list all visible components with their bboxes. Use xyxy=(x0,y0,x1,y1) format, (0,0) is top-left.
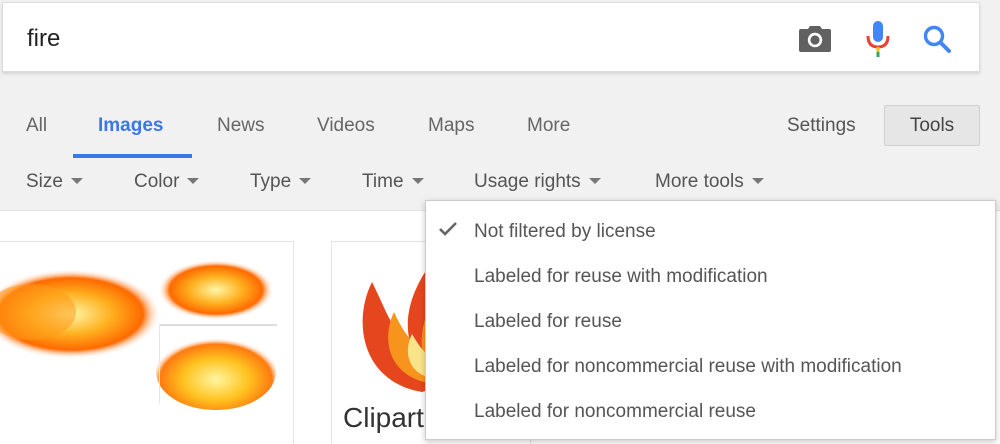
tools-button[interactable]: Tools xyxy=(884,105,980,146)
usage-rights-dropdown[interactable]: Usage rights xyxy=(474,164,601,200)
search-icon[interactable] xyxy=(917,19,957,59)
menu-item-noncommercial-with-modification[interactable]: Labeled for noncommercial reuse with mod… xyxy=(474,345,902,389)
checkmark-icon xyxy=(438,221,458,242)
tools-row: Size Color Type Time Usage rights More t… xyxy=(0,164,1000,204)
camera-icon[interactable] xyxy=(795,19,835,59)
menu-item-reuse[interactable]: Labeled for reuse xyxy=(474,300,622,344)
caret-down-icon xyxy=(588,177,601,184)
more-tools-label: More tools xyxy=(655,171,744,192)
size-dropdown[interactable]: Size xyxy=(26,164,83,200)
time-label: Time xyxy=(362,171,404,192)
search-input[interactable] xyxy=(27,21,767,57)
tab-videos[interactable]: Videos xyxy=(317,96,375,162)
caret-down-icon xyxy=(411,177,424,184)
tab-news[interactable]: News xyxy=(217,96,265,162)
image-result[interactable] xyxy=(0,241,294,444)
tab-images[interactable]: Images xyxy=(98,96,163,162)
result-caption: Clipart xyxy=(343,402,424,433)
microphone-icon[interactable] xyxy=(858,19,898,59)
fire-image xyxy=(0,260,277,410)
type-label: Type xyxy=(250,171,292,192)
caret-down-icon xyxy=(187,177,200,184)
tab-more[interactable]: More xyxy=(527,96,570,162)
time-dropdown[interactable]: Time xyxy=(362,164,424,200)
color-label: Color xyxy=(134,171,180,192)
caret-down-icon xyxy=(299,177,312,184)
menu-item-noncommercial[interactable]: Labeled for noncommercial reuse xyxy=(474,390,756,434)
caret-down-icon xyxy=(70,177,83,184)
tab-maps[interactable]: Maps xyxy=(428,96,474,162)
usage-rights-label: Usage rights xyxy=(474,171,581,192)
more-tools-dropdown[interactable]: More tools xyxy=(655,164,764,200)
menu-item-not-filtered[interactable]: Not filtered by license xyxy=(474,210,656,254)
active-tab-indicator xyxy=(73,154,192,158)
tab-all[interactable]: All xyxy=(26,96,47,162)
settings-link[interactable]: Settings xyxy=(787,96,856,156)
color-dropdown[interactable]: Color xyxy=(134,164,200,200)
usage-rights-menu: Not filtered by license Labeled for reus… xyxy=(425,200,996,440)
search-tabs: All Images News Videos Maps More Setting… xyxy=(0,96,1000,162)
search-bar xyxy=(2,2,980,72)
caret-down-icon xyxy=(751,177,764,184)
size-label: Size xyxy=(26,171,63,192)
menu-item-reuse-with-modification[interactable]: Labeled for reuse with modification xyxy=(474,255,768,299)
type-dropdown[interactable]: Type xyxy=(250,164,312,200)
